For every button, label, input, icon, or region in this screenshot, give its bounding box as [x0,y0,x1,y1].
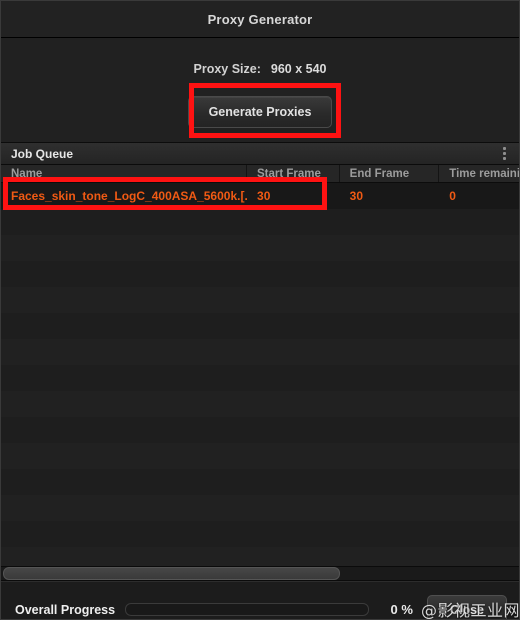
table-row-empty [1,261,519,287]
overall-progress-label: Overall Progress [15,602,116,617]
table-row-empty [1,547,519,566]
horizontal-scrollbar[interactable] [1,566,519,581]
close-button[interactable]: Close [426,594,507,619]
table-row-empty [1,339,519,365]
proxy-size-label: Proxy Size: [193,62,261,76]
column-header-time-remaining[interactable]: Time remainin [439,165,519,182]
cell-start-frame: 30 [257,189,271,203]
window-titlebar: Proxy Generator [1,1,519,38]
settings-panel: Proxy Size: 960 x 540 Generate Proxies [1,38,519,143]
proxy-size-row: Proxy Size: 960 x 540 [1,62,519,76]
table-row-empty [1,521,519,547]
table-row-empty [1,209,519,235]
column-header-start-frame[interactable]: Start Frame [247,165,340,182]
table-row-empty [1,495,519,521]
column-header-name[interactable]: Name [1,165,248,182]
cell-time-remaining: 0 [449,189,456,203]
job-table-header: Name Start Frame End Frame Time remainin [1,165,519,183]
job-queue-title: Job Queue [11,146,74,161]
table-row-empty [1,469,519,495]
table-row-empty [1,287,519,313]
column-header-end-frame[interactable]: End Frame [340,165,440,182]
kebab-dot [502,152,506,155]
generate-proxies-button[interactable]: Generate Proxies [187,96,333,128]
table-row-empty [1,417,519,443]
table-row-empty [1,443,519,469]
overall-progress-percent: 0 % [390,602,413,617]
job-queue-header-bar: Job Queue [1,143,519,165]
job-table-body[interactable]: Faces_skin_tone_LogC_400ASA_5600k.[... 3… [1,183,519,566]
kebab-dot [502,147,506,150]
table-row-empty [1,391,519,417]
window-title: Proxy Generator [207,11,313,27]
overall-progress-bar [125,603,369,616]
table-row[interactable]: Faces_skin_tone_LogC_400ASA_5600k.[... 3… [1,183,519,209]
table-row-empty [1,235,519,261]
proxy-size-value: 960 x 540 [270,62,327,76]
table-row-empty [1,365,519,391]
generate-button-wrap: Generate Proxies [1,96,519,128]
kebab-menu-icon[interactable] [497,145,511,163]
footer-bar: Overall Progress 0 % Close [1,581,519,619]
proxy-generator-window: Proxy Generator Proxy Size: 960 x 540 Gen… [0,0,520,620]
cell-job-name: Faces_skin_tone_LogC_400ASA_5600k.[... [11,189,248,203]
kebab-dot [502,157,506,160]
horizontal-scrollbar-thumb[interactable] [3,567,340,580]
table-row-empty [1,313,519,339]
cell-end-frame: 30 [349,189,364,203]
